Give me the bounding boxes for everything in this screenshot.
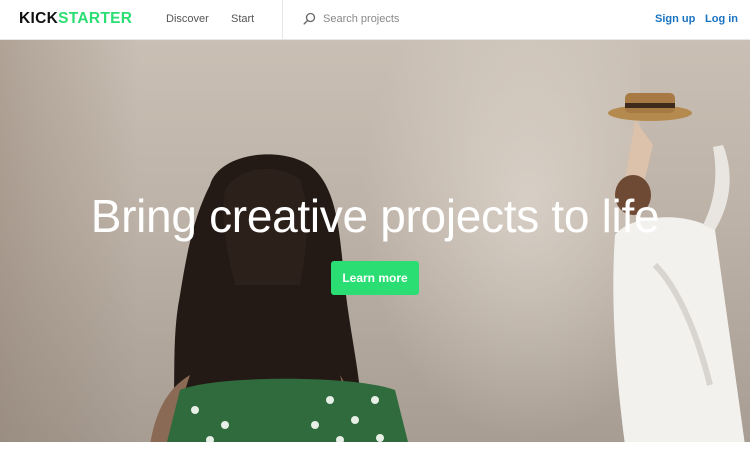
page-bottom-strip (0, 442, 750, 450)
nav-link-discover[interactable]: Discover (166, 12, 209, 26)
search-input[interactable] (323, 11, 493, 27)
learn-more-button[interactable]: Learn more (331, 261, 419, 295)
hero-photo-jumping-figure (608, 93, 745, 442)
top-navigation-bar: KICKSTARTER Discover Start Sign up Log i… (0, 0, 750, 40)
hero-photo-green-polka-dress (167, 378, 408, 442)
log-in-link[interactable]: Log in (705, 12, 738, 26)
sign-up-link[interactable]: Sign up (655, 12, 695, 26)
logo-text-kick: KICK (19, 10, 59, 27)
search-box[interactable] (303, 11, 503, 29)
magnifier-icon (303, 12, 316, 25)
logo-text-starter: STARTER (58, 10, 133, 27)
hero-banner: Bring creative projects to life Learn mo… (0, 40, 750, 442)
kickstarter-logo[interactable]: KICKSTARTER (19, 10, 132, 28)
nav-link-start[interactable]: Start (231, 12, 254, 26)
hero-title: Bring creative projects to life (90, 190, 660, 242)
nav-divider (282, 0, 283, 40)
